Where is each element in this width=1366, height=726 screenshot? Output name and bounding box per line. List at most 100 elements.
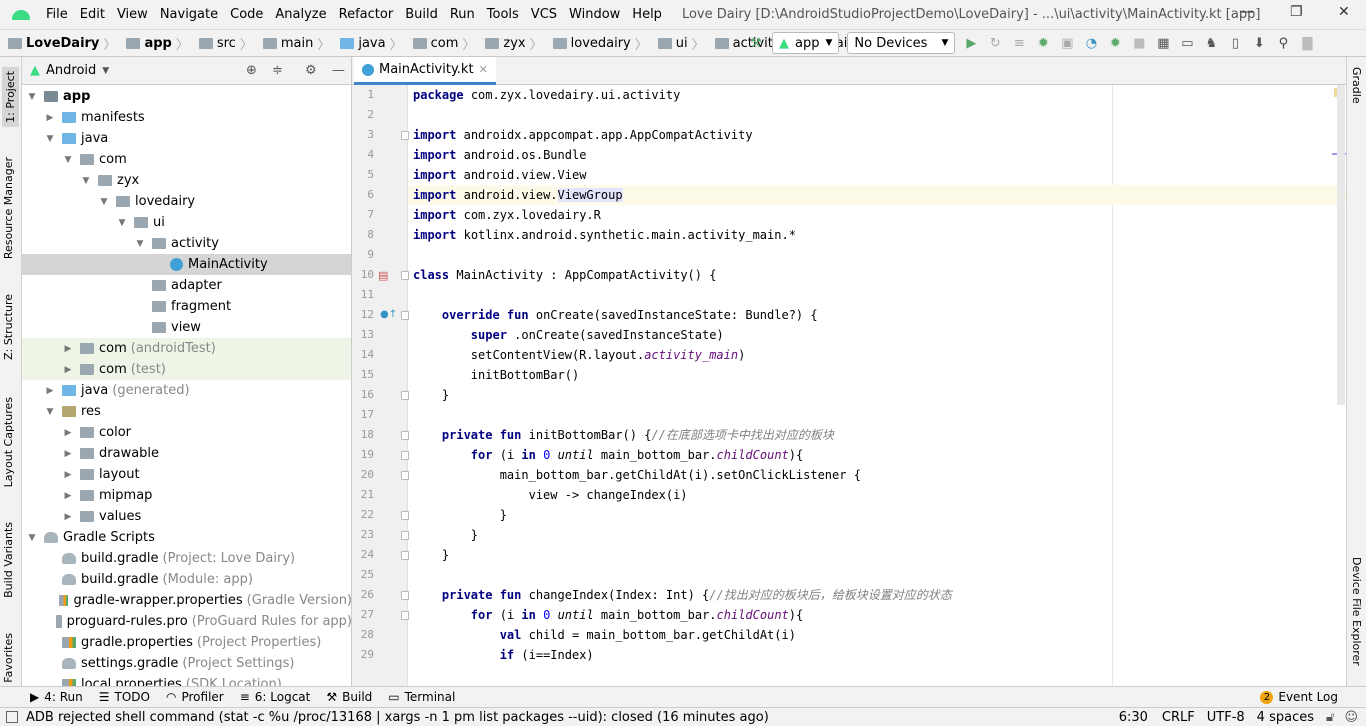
- tree-item-zyx[interactable]: ▼ zyx: [22, 170, 351, 191]
- tab-mainactivity[interactable]: MainActivity.kt ✕: [354, 57, 496, 85]
- tree-item-gradle-scripts[interactable]: ▼ Gradle Scripts: [22, 527, 351, 548]
- tab-gradle[interactable]: Gradle: [1350, 67, 1363, 104]
- tab-resource-manager[interactable]: Resource Manager: [2, 157, 15, 259]
- chevron-right-icon[interactable]: ▶: [62, 512, 74, 522]
- tree-item-java[interactable]: ▼ java: [22, 128, 351, 149]
- tab-layout-captures[interactable]: Layout Captures: [2, 397, 15, 487]
- tree-item-mainactivity[interactable]: MainActivity: [22, 254, 351, 275]
- fold-marker-icon[interactable]: [401, 611, 409, 620]
- tree-item-lovedairy[interactable]: ▼ lovedairy: [22, 191, 351, 212]
- menu-file[interactable]: File: [40, 7, 74, 22]
- breadcrumb-app[interactable]: app 〉: [118, 34, 190, 53]
- minimize-button[interactable]: —: [1240, 4, 1254, 20]
- fold-marker-icon[interactable]: [401, 311, 409, 320]
- indent-setting[interactable]: 4 spaces: [1251, 710, 1320, 725]
- class-gutter-icon[interactable]: ▤: [378, 269, 388, 282]
- apply-changes-icon[interactable]: ↻: [984, 33, 1006, 53]
- menu-code[interactable]: Code: [224, 7, 269, 22]
- chevron-right-icon[interactable]: ▶: [62, 428, 74, 438]
- chevron-right-icon[interactable]: ▶: [44, 386, 56, 396]
- lock-icon[interactable]: 🔓︎: [1320, 710, 1340, 725]
- user-avatar-icon[interactable]: ▇: [1296, 33, 1318, 53]
- chevron-right-icon[interactable]: ▶: [62, 365, 74, 375]
- chevron-down-icon[interactable]: ▼: [44, 134, 56, 144]
- override-gutter-icon[interactable]: ●↑: [380, 309, 397, 320]
- sync-gradle-icon[interactable]: ♞: [1200, 33, 1222, 53]
- layout-inspector-icon[interactable]: ▭: [1176, 33, 1198, 53]
- chevron-down-icon[interactable]: ▼: [26, 533, 38, 543]
- fold-marker-icon[interactable]: [401, 271, 409, 280]
- chevron-right-icon[interactable]: ▶: [62, 449, 74, 459]
- menu-run[interactable]: Run: [444, 7, 481, 22]
- tree-item-com[interactable]: ▶ com (androidTest): [22, 338, 351, 359]
- caret-position[interactable]: 6:30: [1111, 710, 1156, 725]
- tree-item-mipmap[interactable]: ▶ mipmap: [22, 485, 351, 506]
- file-encoding[interactable]: UTF-8: [1201, 710, 1251, 725]
- tree-item-app[interactable]: ▼ app: [22, 86, 351, 107]
- tab-build-variants[interactable]: Build Variants: [2, 522, 15, 598]
- menu-vcs[interactable]: VCS: [525, 7, 563, 22]
- tree-item-build-gradle[interactable]: build.gradle (Project: Love Dairy): [22, 548, 351, 569]
- tree-item-adapter[interactable]: adapter: [22, 275, 351, 296]
- tab-structure[interactable]: Z: Structure: [2, 294, 15, 360]
- tree-item-local-properties[interactable]: local.properties (SDK Location): [22, 674, 351, 686]
- breadcrumb-src[interactable]: src 〉: [191, 34, 255, 53]
- event-log-button[interactable]: 2 Event Log: [1252, 690, 1346, 704]
- menu-window[interactable]: Window: [563, 7, 626, 22]
- tree-item-gradle-properties[interactable]: gradle.properties (Project Properties): [22, 632, 351, 653]
- status-message[interactable]: ADB rejected shell command (stat -c %u /…: [26, 710, 769, 725]
- chevron-right-icon[interactable]: ▶: [62, 470, 74, 480]
- tree-item-manifests[interactable]: ▶ manifests: [22, 107, 351, 128]
- fold-marker-icon[interactable]: [401, 471, 409, 480]
- line-separator[interactable]: CRLF: [1156, 710, 1201, 725]
- menu-analyze[interactable]: Analyze: [269, 7, 332, 22]
- tree-item-view[interactable]: view: [22, 317, 351, 338]
- tree-item-fragment[interactable]: fragment: [22, 296, 351, 317]
- fold-marker-icon[interactable]: [401, 431, 409, 440]
- chevron-down-icon[interactable]: ▼: [44, 407, 56, 417]
- breadcrumb-main[interactable]: main 〉: [255, 34, 333, 53]
- search-icon[interactable]: ⚲: [1272, 33, 1294, 53]
- chevron-down-icon[interactable]: ▼: [62, 155, 74, 165]
- fold-marker-icon[interactable]: [401, 511, 409, 520]
- breadcrumb-lovedairy[interactable]: lovedairy 〉: [545, 34, 650, 53]
- chevron-down-icon[interactable]: ▼: [102, 66, 109, 76]
- menu-navigate[interactable]: Navigate: [154, 7, 224, 22]
- menu-tools[interactable]: Tools: [481, 7, 525, 22]
- collapse-all-icon[interactable]: ≑: [272, 63, 283, 78]
- breadcrumb-java[interactable]: java 〉: [332, 34, 404, 53]
- hammer-build-icon[interactable]: ⚒: [745, 33, 767, 53]
- coverage-icon[interactable]: ▣: [1056, 33, 1078, 53]
- chevron-right-icon[interactable]: ▶: [44, 113, 56, 123]
- apply-code-changes-icon[interactable]: ≡: [1008, 33, 1030, 53]
- tool-profiler[interactable]: ◠ Profiler: [158, 690, 232, 704]
- fold-marker-icon[interactable]: [401, 531, 409, 540]
- profile-icon[interactable]: ◔: [1080, 33, 1102, 53]
- attach-debugger-icon[interactable]: ✹: [1104, 33, 1126, 53]
- tree-item-res[interactable]: ▼ res: [22, 401, 351, 422]
- tree-item-gradle-wrapper-properties[interactable]: gradle-wrapper.properties (Gradle Version…: [22, 590, 351, 611]
- tool-build[interactable]: ⚒ Build: [318, 690, 380, 704]
- chevron-right-icon[interactable]: ▶: [62, 344, 74, 354]
- breadcrumb-ui[interactable]: ui 〉: [650, 34, 707, 53]
- project-structure-icon[interactable]: ▦: [1152, 33, 1174, 53]
- menu-edit[interactable]: Edit: [74, 7, 111, 22]
- code-editor[interactable]: 1 2 3 4 5 6 7 8 9 10 11 12 13 14 15 16 17 18 19 20 21 22 23 24 2…: [352, 85, 1346, 686]
- chevron-down-icon[interactable]: ▼: [80, 176, 92, 186]
- chevron-down-icon[interactable]: ▼: [134, 239, 146, 249]
- menu-refactor[interactable]: Refactor: [333, 7, 400, 22]
- tree-item-proguard-rules-pro[interactable]: proguard-rules.pro (ProGuard Rules for ap…: [22, 611, 351, 632]
- tool-todo[interactable]: ☰ TODO: [91, 690, 158, 704]
- sdk-manager-icon[interactable]: ⬇: [1248, 33, 1270, 53]
- tree-item-ui[interactable]: ▼ ui: [22, 212, 351, 233]
- fold-marker-icon[interactable]: [401, 451, 409, 460]
- tree-item-build-gradle[interactable]: build.gradle (Module: app): [22, 569, 351, 590]
- fold-marker-icon[interactable]: [401, 391, 409, 400]
- chevron-down-icon[interactable]: ▼: [26, 92, 38, 102]
- vertical-scrollbar[interactable]: [1337, 85, 1345, 405]
- tool-terminal[interactable]: ▭ Terminal: [380, 690, 463, 704]
- chevron-right-icon[interactable]: ▶: [62, 491, 74, 501]
- maximize-button[interactable]: ❐: [1290, 4, 1303, 20]
- chevron-down-icon[interactable]: ▼: [116, 218, 128, 228]
- run-icon[interactable]: ▶: [960, 33, 982, 53]
